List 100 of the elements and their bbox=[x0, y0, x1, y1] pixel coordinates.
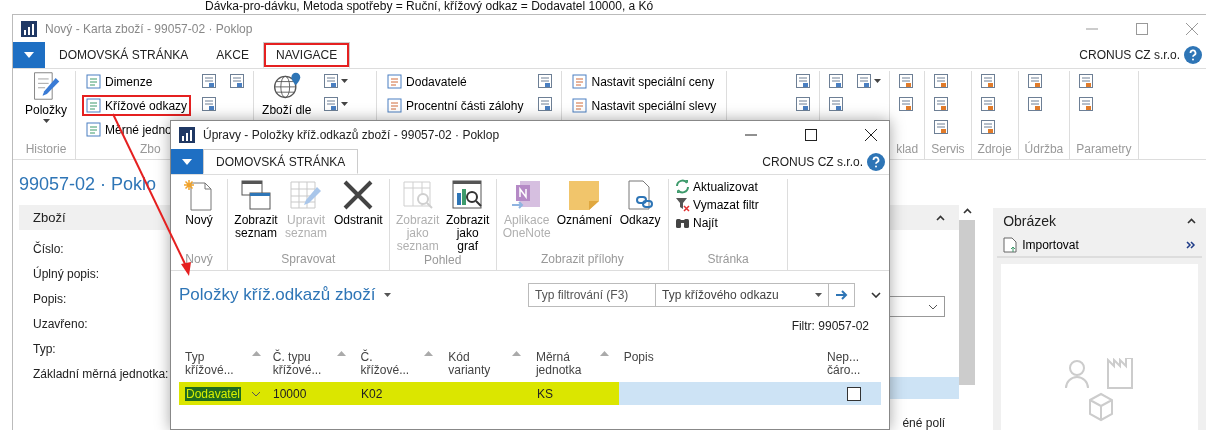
ribbon-tab[interactable]: DOMOVSKÁ STRÁNKA bbox=[203, 149, 359, 174]
document-icon bbox=[856, 73, 873, 89]
chevron-icon[interactable] bbox=[936, 214, 946, 221]
ribbon-button[interactable]: Dodavatelé bbox=[383, 71, 528, 92]
group-label: Zbo bbox=[139, 142, 162, 158]
document-icon bbox=[933, 119, 950, 135]
table-cell[interactable]: Dodavatel bbox=[185, 386, 242, 401]
caret-icon bbox=[24, 52, 34, 58]
ribbon-icon-button[interactable] bbox=[854, 71, 884, 91]
ribbon-icon-button[interactable] bbox=[321, 94, 351, 114]
ribbon-button[interactable]: Nový bbox=[175, 179, 223, 252]
panel-header[interactable]: Obrázek bbox=[997, 208, 1202, 234]
ribbon-button[interactable]: Položky bbox=[23, 71, 70, 123]
double-chevron-icon[interactable] bbox=[1186, 241, 1196, 249]
sort-icon[interactable] bbox=[336, 351, 346, 356]
filter-field-dropdown[interactable]: Typ křížového odkazu bbox=[656, 283, 829, 307]
document-icon bbox=[572, 74, 588, 89]
document-upload-icon bbox=[1003, 237, 1018, 253]
document-icon bbox=[898, 96, 915, 112]
apply-filter-button[interactable] bbox=[829, 283, 855, 307]
maximize-icon[interactable] bbox=[805, 129, 817, 141]
document-icon bbox=[201, 96, 218, 112]
document-icon bbox=[537, 96, 554, 112]
group-label: Spravovat bbox=[280, 252, 337, 268]
sort-icon[interactable] bbox=[251, 351, 261, 356]
column-header[interactable]: Č. typu křížové... bbox=[272, 351, 329, 377]
group-label: Pohled bbox=[423, 253, 463, 269]
field-label: Typ: bbox=[33, 342, 57, 356]
sort-icon[interactable] bbox=[512, 351, 522, 356]
document-icon bbox=[979, 73, 996, 89]
checkbox[interactable] bbox=[847, 386, 862, 401]
ribbon-button[interactable]: Najít bbox=[673, 215, 784, 230]
arrow-right-icon bbox=[835, 290, 848, 300]
help-icon[interactable] bbox=[867, 152, 885, 171]
window-title: Úpravy - Položky kříž.odkazů zboží - 99057-02 · Poklop bbox=[203, 128, 500, 142]
group-label: Parametry bbox=[1076, 142, 1132, 158]
table-cell: 10000 bbox=[273, 386, 307, 401]
ribbon-button[interactable]: Vymazat filtr bbox=[673, 197, 784, 212]
column-header[interactable]: Popis bbox=[623, 351, 680, 364]
caret-icon[interactable] bbox=[383, 293, 391, 297]
sort-icon[interactable] bbox=[599, 351, 609, 356]
document-icon bbox=[1026, 96, 1043, 112]
ribbon-button[interactable]: Oznámení bbox=[554, 179, 615, 252]
group-label: klad bbox=[896, 142, 919, 158]
ribbon-tab[interactable]: DOMOVSKÁ STRÁNKA bbox=[45, 42, 203, 68]
chevron-down-icon[interactable] bbox=[871, 292, 881, 298]
chevron-down-icon[interactable] bbox=[251, 390, 261, 397]
sort-icon[interactable] bbox=[424, 351, 434, 356]
ribbon-icon-button[interactable] bbox=[321, 71, 351, 91]
menu-button[interactable] bbox=[171, 149, 203, 174]
document-icon bbox=[387, 98, 403, 113]
ribbon-button[interactable]: Zobrazit seznam bbox=[232, 179, 280, 252]
column-header[interactable]: Měrná jednotka bbox=[535, 351, 592, 377]
column-header[interactable]: Nep... čáro... bbox=[827, 351, 882, 377]
ribbon-button[interactable]: Odkazy bbox=[616, 179, 665, 252]
column-header[interactable]: Typ křížové... bbox=[185, 351, 241, 377]
help-icon[interactable] bbox=[1184, 46, 1202, 64]
group-label: Nový bbox=[184, 252, 214, 268]
ribbon-button[interactable]: Procentní části zálohy bbox=[383, 95, 528, 116]
scrollbar-thumb[interactable] bbox=[959, 220, 976, 385]
chevron-icon[interactable] bbox=[1187, 218, 1196, 224]
ribbon-tab[interactable]: AKCE bbox=[202, 42, 264, 68]
filter-input[interactable]: Typ filtrování (F3) bbox=[528, 283, 656, 307]
column-header[interactable]: Kód varianty bbox=[448, 351, 505, 377]
ribbon-button[interactable]: Zobrazit jako graf bbox=[443, 179, 492, 253]
windows-icon bbox=[239, 179, 273, 211]
caret-icon bbox=[341, 79, 349, 83]
ribbon-tab[interactable]: NAVIGACE bbox=[263, 42, 351, 68]
chevron-down-icon bbox=[928, 303, 939, 310]
group-label: Historie bbox=[24, 142, 68, 158]
ribbon-button[interactable]: Nastavit speciální slevy bbox=[568, 95, 721, 116]
ribbon-button[interactable]: Dimenze bbox=[82, 71, 192, 92]
ribbon-button[interactable]: Nastavit speciální ceny bbox=[568, 71, 721, 92]
caret-icon bbox=[182, 158, 192, 165]
company-name: CRONUS CZ s.r.o. bbox=[1079, 48, 1180, 62]
import-button[interactable]: Importovat bbox=[1003, 237, 1079, 253]
table-cell: K02 bbox=[361, 386, 383, 401]
document-icon bbox=[387, 74, 403, 89]
field-label: Úplný popis: bbox=[33, 267, 101, 281]
grid-search-icon bbox=[400, 179, 435, 211]
close-icon[interactable] bbox=[865, 129, 877, 141]
caption-text: Dávka-pro-dávku, Metoda spotřeby = Ruční, křížový odkaz = Dodavatel 10000, a Kó bbox=[204, 0, 655, 14]
scroll-up-icon[interactable] bbox=[962, 208, 972, 214]
document-icon bbox=[572, 98, 588, 113]
ribbon-button[interactable]: Aktualizovat bbox=[673, 179, 784, 194]
caret-icon bbox=[42, 119, 50, 123]
table-row[interactable]: Dodavatel 10000 K02 KS bbox=[179, 382, 881, 405]
document-icon bbox=[1078, 96, 1095, 112]
sticky-note-icon bbox=[567, 179, 602, 211]
app-icon bbox=[21, 20, 37, 37]
ribbon-button[interactable]: Zboží dle bbox=[260, 71, 314, 117]
document-icon bbox=[1026, 73, 1043, 89]
document-icon bbox=[86, 74, 102, 89]
column-header[interactable]: Č. křížové... bbox=[360, 351, 417, 377]
company-name: CRONUS CZ s.r.o. bbox=[762, 154, 863, 169]
menu-button[interactable] bbox=[13, 42, 45, 68]
ribbon-button[interactable]: Křížové odkazy bbox=[82, 95, 192, 116]
document-icon bbox=[795, 96, 812, 112]
ribbon-button[interactable]: Odstranit bbox=[332, 179, 385, 252]
document-icon bbox=[201, 73, 218, 89]
